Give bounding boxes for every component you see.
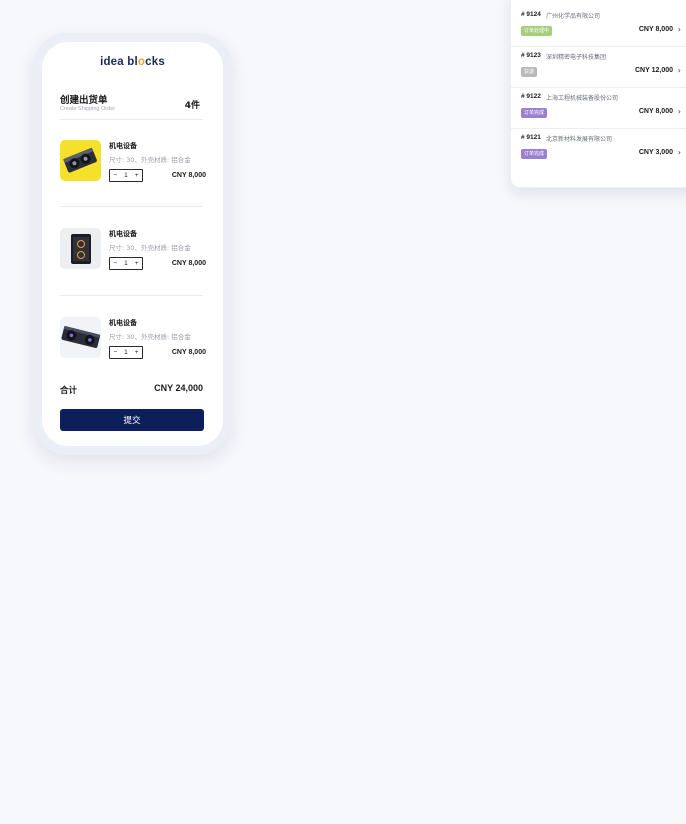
item-price: CNY 8,000 <box>171 260 206 267</box>
increment-button[interactable]: + <box>135 258 139 269</box>
order-row[interactable]: # 9121 北京新材料发展有限公司 订单完成 CNY 3,000 › <box>511 128 686 169</box>
order-price: CNY 8,000 <box>638 26 673 33</box>
chevron-right-icon[interactable]: › <box>678 107 681 116</box>
increment-button[interactable]: + <box>135 347 139 358</box>
product-thumbnail <box>60 228 101 269</box>
item-spec: 尺寸: 30、外壳材质: 铝合金 <box>109 156 191 164</box>
order-company: 广州化学品有限公司 <box>546 13 601 20</box>
order-price: CNY 3,000 <box>638 149 673 156</box>
status-badge: 订单完成 <box>521 108 548 118</box>
order-id: # 9121 <box>521 134 541 141</box>
quantity-stepper[interactable]: − 1 + <box>109 346 143 359</box>
status-badge: 订单处理中 <box>521 26 553 36</box>
order-id: # 9123 <box>521 52 541 59</box>
order-row[interactable]: # 9122 上海工程机械装备股份公司 订单完成 CNY 8,000 › <box>511 87 686 129</box>
order-row[interactable]: # 9124 广州化学品有限公司 订单处理中 CNY 8,000 › <box>511 5 686 47</box>
order-price: CNY 8,000 <box>638 108 673 115</box>
total-value: CNY 24,000 <box>154 383 203 393</box>
order-id: # 9122 <box>521 93 541 100</box>
cart-item: 机电设备 尺寸: 30、外壳材质: 铝合金 − 1 + CNY 8,000 <box>60 228 210 288</box>
page-subtitle: Create Shipping Order <box>60 106 116 112</box>
product-thumbnail <box>60 140 101 181</box>
order-row[interactable]: # 9123 深圳精密电子科技集团 驳退 CNY 12,000 › <box>511 46 686 88</box>
item-spec: 尺寸: 30、外壳材质: 铝合金 <box>109 333 191 341</box>
quantity-stepper[interactable]: − 1 + <box>109 257 143 270</box>
cart-item: 机电设备 尺寸: 30、外壳材质: 铝合金 − 1 + CNY 8,000 <box>60 140 210 200</box>
order-price: CNY 12,000 <box>634 67 673 74</box>
quantity-value[interactable]: 1 <box>124 170 128 181</box>
order-list-panel: # 9124 广州化学品有限公司 订单处理中 CNY 8,000 › # 912… <box>510 0 686 188</box>
quantity-value[interactable]: 1 <box>124 347 128 358</box>
cart-item: 机电设备 尺寸: 30、外壳材质: 铝合金 − 1 + CNY 8,000 <box>60 317 210 377</box>
phone-screen: idea blocks 创建出货单 Create Shipping Order … <box>42 42 223 446</box>
decrement-button[interactable]: − <box>113 258 117 269</box>
item-name: 机电设备 <box>109 319 137 327</box>
submit-button[interactable]: 提交 <box>60 409 204 431</box>
quantity-value[interactable]: 1 <box>124 258 128 269</box>
order-company: 上海工程机械装备股份公司 <box>546 95 619 102</box>
divider <box>60 206 203 207</box>
order-company: 北京新材料发展有限公司 <box>546 136 613 143</box>
item-count: 4件 <box>184 101 200 111</box>
chevron-right-icon[interactable]: › <box>678 25 681 34</box>
brand-logo: idea blocks <box>100 56 165 68</box>
decrement-button[interactable]: − <box>113 347 117 358</box>
divider <box>60 119 203 120</box>
status-badge: 订单完成 <box>521 149 548 159</box>
order-company: 深圳精密电子科技集团 <box>546 54 607 61</box>
increment-button[interactable]: + <box>135 170 139 181</box>
quantity-stepper[interactable]: − 1 + <box>109 169 143 182</box>
chevron-right-icon[interactable]: › <box>678 148 681 157</box>
item-name: 机电设备 <box>109 142 137 150</box>
phone-frame: idea blocks 创建出货单 Create Shipping Order … <box>33 33 232 455</box>
total-label: 合计 <box>60 386 78 396</box>
product-thumbnail <box>60 317 101 358</box>
page-title: 创建出货单 <box>60 95 108 106</box>
item-name: 机电设备 <box>109 230 137 238</box>
item-price: CNY 8,000 <box>171 172 206 179</box>
chevron-right-icon[interactable]: › <box>678 66 681 75</box>
item-price: CNY 8,000 <box>171 349 206 356</box>
divider <box>60 295 203 296</box>
order-id: # 9124 <box>521 11 541 18</box>
item-spec: 尺寸: 30、外壳材质: 铝合金 <box>109 244 191 252</box>
decrement-button[interactable]: − <box>113 170 117 181</box>
status-badge: 驳退 <box>521 67 538 77</box>
